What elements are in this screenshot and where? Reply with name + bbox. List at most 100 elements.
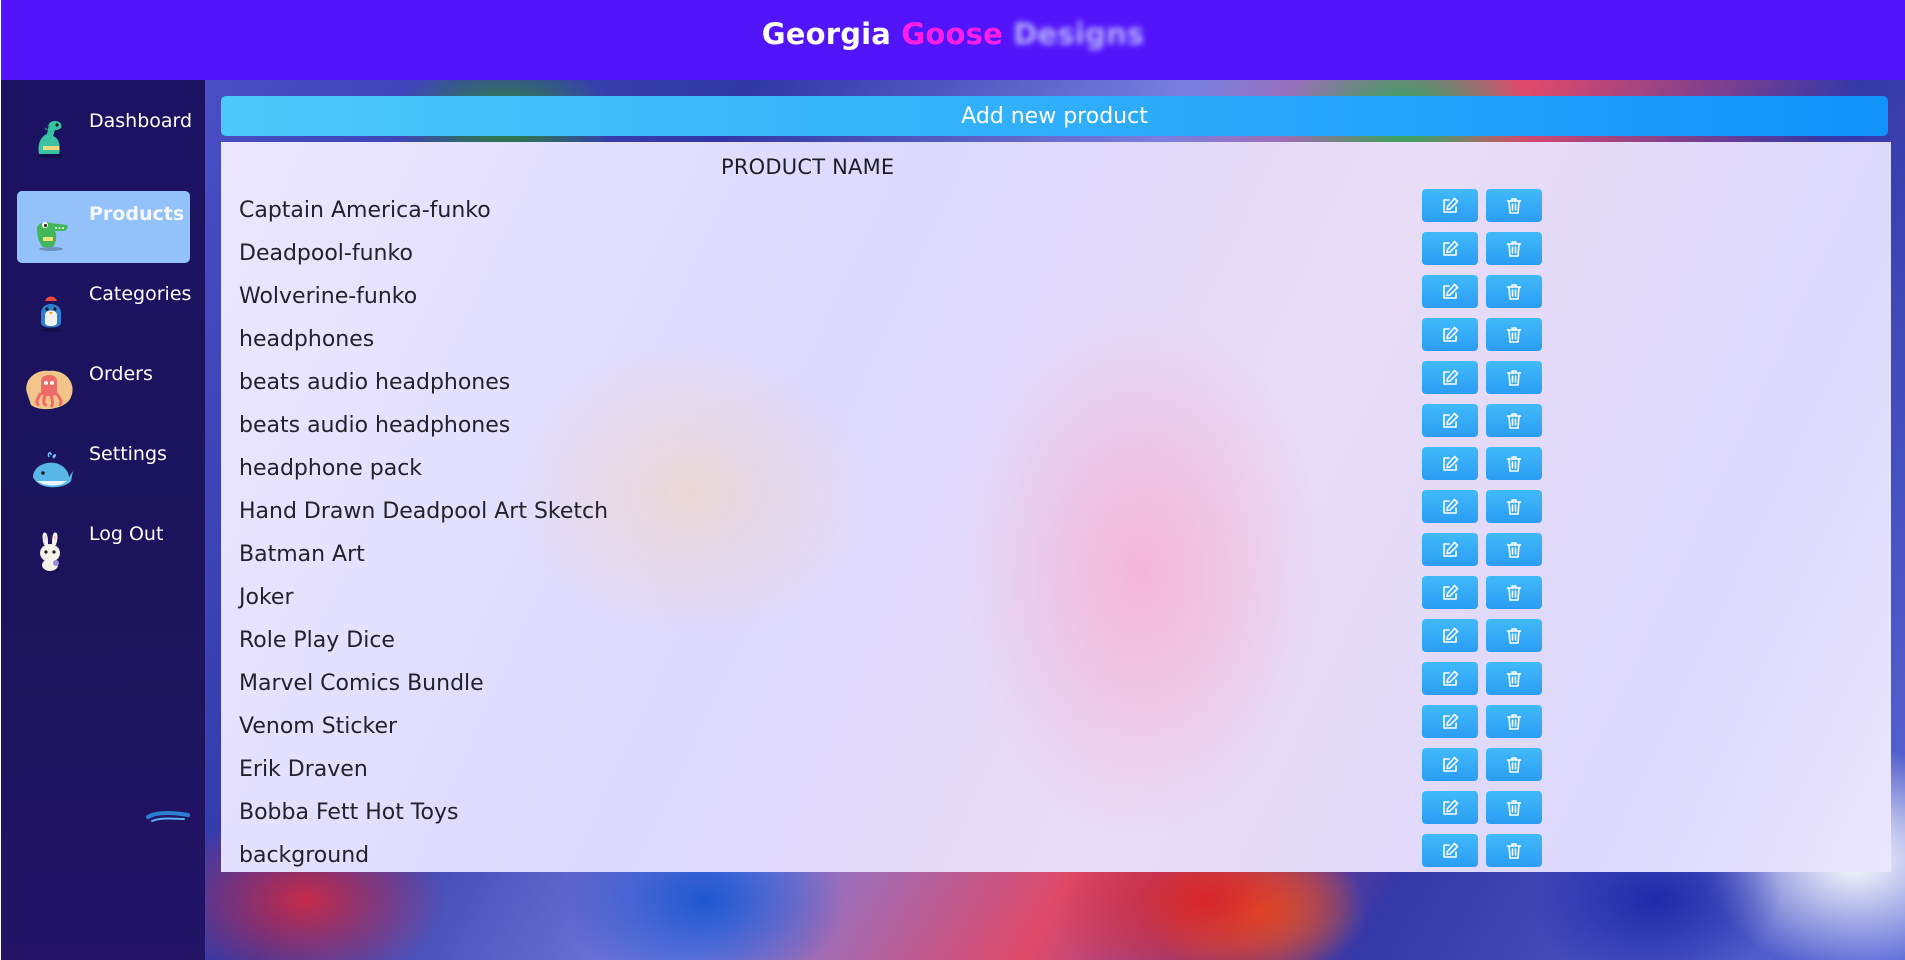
table-row: background [221,833,1888,876]
edit-product-button[interactable] [1422,748,1478,781]
edit-icon [1443,713,1459,729]
table-row: beats audio headphones [221,403,1888,446]
edit-icon [1443,756,1459,772]
table-row: Bobba Fett Hot Toys [221,790,1888,833]
edit-icon [1443,799,1459,815]
table-row: Venom Sticker [221,704,1888,747]
delete-product-button[interactable] [1486,404,1542,437]
table-row: Joker [221,575,1888,618]
product-name-cell: beats audio headphones [239,370,511,395]
edit-product-button[interactable] [1422,834,1478,867]
edit-product-button[interactable] [1422,490,1478,523]
app-root: Georgia Goose Designs Dashboard Products… [0,0,1905,960]
delete-product-button[interactable] [1486,275,1542,308]
delete-product-button[interactable] [1486,791,1542,824]
edit-product-button[interactable] [1422,232,1478,265]
sidebar-item-categories[interactable]: Categories [17,271,192,343]
product-name-cell: Batman Art [239,542,365,567]
product-name-cell: Marvel Comics Bundle [239,671,484,696]
delete-product-button[interactable] [1486,232,1542,265]
table-row: headphones [221,317,1888,360]
edit-product-button[interactable] [1422,533,1478,566]
edit-product-button[interactable] [1422,404,1478,437]
sidebar-item-label: Log Out [89,523,164,545]
table-row: headphone pack [221,446,1888,489]
product-name-cell: Wolverine-funko [239,284,418,309]
column-header-product-name: PRODUCT NAME [721,155,895,179]
sidebar-item-products[interactable]: Products [17,191,190,263]
product-name-cell: headphones [239,327,375,352]
paint-stroke-decoration [146,811,190,822]
top-header: Georgia Goose Designs [1,0,1905,80]
penguin-icon [41,296,61,332]
trash-icon [1506,412,1522,429]
edit-icon [1443,670,1459,686]
octopus-icon [26,370,73,410]
edit-product-button[interactable] [1422,705,1478,738]
delete-product-button[interactable] [1486,834,1542,867]
table-row: Erik Draven [221,747,1888,790]
brand-word-goose: Goose [901,17,1003,51]
edit-icon [1443,455,1459,471]
edit-icon [1443,584,1459,600]
edit-product-button[interactable] [1422,662,1478,695]
delete-product-button[interactable] [1486,619,1542,652]
delete-product-button[interactable] [1486,318,1542,351]
table-row: Wolverine-funko [221,274,1888,317]
edit-product-button[interactable] [1422,318,1478,351]
product-name-cell: Deadpool-funko [239,241,413,266]
rabbit-icon [40,532,61,572]
sidebar-item-logout[interactable]: Log Out [17,511,190,583]
delete-product-button[interactable] [1486,662,1542,695]
trash-icon [1506,756,1522,773]
brand-word-georgia: Georgia [761,17,892,51]
sidebar-item-orders[interactable]: Orders [17,351,190,423]
table-row: Hand Drawn Deadpool Art Sketch [221,489,1888,532]
sidebar-item-label: Categories [89,283,192,305]
brand-word-designs: Designs [1013,17,1145,51]
edit-icon [1443,283,1459,299]
delete-product-button[interactable] [1486,576,1542,609]
delete-product-button[interactable] [1486,533,1542,566]
product-name-cell: background [239,843,370,868]
trash-icon [1506,627,1522,644]
table-row: beats audio headphones [221,360,1888,403]
edit-product-button[interactable] [1422,619,1478,652]
trash-icon [1506,584,1522,601]
edit-product-button[interactable] [1422,791,1478,824]
product-name-cell: Bobba Fett Hot Toys [239,800,459,825]
edit-product-button[interactable] [1422,576,1478,609]
delete-product-button[interactable] [1486,748,1542,781]
add-new-product-button[interactable]: Add new product [221,96,1888,136]
edit-icon [1443,412,1459,428]
sidebar-item-label: Settings [89,443,167,465]
edit-product-button[interactable] [1422,189,1478,222]
edit-icon [1443,240,1459,256]
edit-product-button[interactable] [1422,275,1478,308]
product-name-cell: Role Play Dice [239,628,395,653]
product-name-cell: Erik Draven [239,757,368,782]
trash-icon [1506,541,1522,558]
edit-icon [1443,369,1459,385]
product-name-cell: beats audio headphones [239,413,511,438]
edit-icon [1443,498,1459,514]
delete-product-button[interactable] [1486,705,1542,738]
table-row: Batman Art [221,532,1888,575]
edit-product-button[interactable] [1422,447,1478,480]
delete-product-button[interactable] [1486,447,1542,480]
delete-product-button[interactable] [1486,490,1542,523]
trash-icon [1506,799,1522,816]
table-row: Role Play Dice [221,618,1888,661]
delete-product-button[interactable] [1486,189,1542,222]
sidebar-item-dashboard[interactable]: Dashboard [17,98,192,170]
delete-product-button[interactable] [1486,361,1542,394]
edit-icon [1443,627,1459,643]
trash-icon [1506,842,1522,859]
edit-product-button[interactable] [1422,361,1478,394]
table-row: Captain America-funko [221,188,1888,231]
product-name-cell: Venom Sticker [239,714,398,739]
sidebar-item-settings[interactable]: Settings [17,431,190,503]
sidebar-item-label: Orders [89,363,153,385]
edit-icon [1443,541,1459,557]
whale-icon [33,452,73,488]
